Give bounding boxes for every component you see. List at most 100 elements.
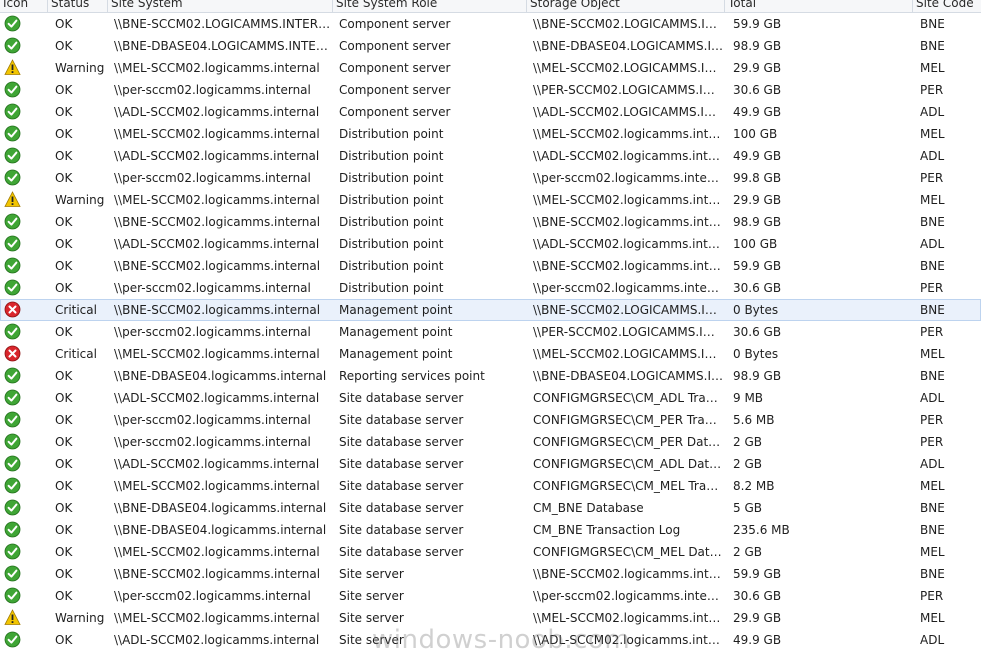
status-icon-cell [0, 431, 46, 453]
table-row[interactable]: OK \\ADL-SCCM02.logicamms.internal Distrib… [0, 233, 981, 255]
status-icon-cell [0, 211, 46, 233]
ok-icon [4, 631, 21, 648]
table-row[interactable]: OK \\BNE-SCCM02.LOGICAMMS.INTERNAL Compone… [0, 13, 981, 35]
table-row[interactable]: OK \\BNE-DBASE04.logicamms.internal Site d… [0, 519, 981, 541]
warning-icon [4, 609, 21, 626]
site-system-role-cell: Distribution point [339, 193, 444, 207]
site-system-cell: \\per-sccm02.logicamms.internal [114, 325, 311, 339]
status-icon-cell [0, 35, 46, 57]
table-row[interactable]: OK \\BNE-SCCM02.logicamms.internal Distrib… [0, 255, 981, 277]
site-system-cell: \\BNE-SCCM02.LOGICAMMS.INTERNAL [114, 17, 332, 31]
column-header-total[interactable]: Total [725, 0, 913, 12]
site-system-cell: \\BNE-DBASE04.logicamms.internal [114, 523, 327, 537]
status-cell: OK [55, 501, 73, 515]
total-cell: 49.9 GB [733, 633, 782, 647]
table-row[interactable]: OK \\BNE-DBASE04.logicamms.internal Report… [0, 365, 981, 387]
site-code-cell: MEL [920, 193, 945, 207]
table-row[interactable]: Warning \\MEL-SCCM02.logicamms.internal Co… [0, 57, 981, 79]
status-cell: OK [55, 83, 73, 97]
site-system-role-cell: Component server [339, 17, 451, 31]
storage-object-cell: \\MEL-SCCM02.logicamms.intern... [533, 127, 723, 141]
table-row[interactable]: OK \\MEL-SCCM02.logicamms.internal Site da… [0, 541, 981, 563]
site-code-cell: BNE [920, 39, 945, 53]
total-cell: 8.2 MB [733, 479, 775, 493]
total-cell: 29.9 GB [733, 611, 782, 625]
site-code-cell: MEL [920, 127, 945, 141]
ok-icon [4, 455, 21, 472]
site-system-role-cell: Management point [339, 325, 453, 339]
table-row[interactable]: OK \\per-sccm02.logicamms.internal Compone… [0, 79, 981, 101]
table-row[interactable]: OK \\per-sccm02.logicamms.internal Distrib… [0, 167, 981, 189]
site-system-cell: \\per-sccm02.logicamms.internal [114, 589, 311, 603]
table-row[interactable]: Critical \\MEL-SCCM02.logicamms.internal M… [0, 343, 981, 365]
table-row[interactable]: OK \\MEL-SCCM02.logicamms.internal Distrib… [0, 123, 981, 145]
ok-icon [4, 543, 21, 560]
site-system-cell: \\MEL-SCCM02.logicamms.internal [114, 545, 320, 559]
column-header-site-system[interactable]: Site System [108, 0, 333, 12]
site-system-role-cell: Site server [339, 589, 404, 603]
storage-object-cell: CONFIGMGRSEC\CM_PER Databa... [533, 435, 723, 449]
column-header-site-system-role[interactable]: Site System Role [333, 0, 527, 12]
total-cell: 30.6 GB [733, 83, 782, 97]
site-code-cell: PER [920, 589, 944, 603]
status-icon-cell [0, 409, 46, 431]
status-icon-cell [0, 541, 46, 563]
site-system-role-cell: Distribution point [339, 237, 444, 251]
storage-object-cell: \\ADL-SCCM02.LOGICAMMS.INT... [533, 105, 723, 119]
table-row[interactable]: OK \\ADL-SCCM02.logicamms.internal Site da… [0, 387, 981, 409]
ok-icon [4, 15, 21, 32]
site-system-cell: \\ADL-SCCM02.logicamms.internal [114, 149, 320, 163]
column-header-status[interactable]: Status [48, 0, 108, 12]
site-system-role-cell: Site database server [339, 545, 464, 559]
site-system-cell: \\BNE-SCCM02.logicamms.internal [114, 303, 321, 317]
status-icon-cell [0, 585, 46, 607]
storage-object-cell: \\MEL-SCCM02.logicamms.intern... [533, 193, 723, 207]
site-code-cell: ADL [920, 149, 945, 163]
column-header-storage-object[interactable]: Storage Object [527, 0, 725, 12]
column-header-site-code[interactable]: Site Code [913, 0, 981, 12]
storage-object-cell: CONFIGMGRSEC\CM_PER Transa... [533, 413, 723, 427]
total-cell: 2 GB [733, 435, 762, 449]
status-icon-cell [0, 277, 46, 299]
table-row[interactable]: OK \\BNE-SCCM02.logicamms.internal Site se… [0, 563, 981, 585]
ok-icon [4, 235, 21, 252]
status-icon-cell [0, 475, 46, 497]
table-row[interactable]: OK \\per-sccm02.logicamms.internal Site da… [0, 409, 981, 431]
site-system-cell: \\ADL-SCCM02.logicamms.internal [114, 237, 320, 251]
ok-icon [4, 213, 21, 230]
site-system-role-cell: Site database server [339, 435, 464, 449]
column-header-icon[interactable]: Icon [0, 0, 48, 12]
table-row[interactable]: OK \\ADL-SCCM02.logicamms.internal Site da… [0, 453, 981, 475]
grid-body: OK \\BNE-SCCM02.LOGICAMMS.INTERNAL Compone… [0, 13, 981, 651]
table-row[interactable]: OK \\ADL-SCCM02.logicamms.internal Compone… [0, 101, 981, 123]
table-row[interactable]: OK \\MEL-SCCM02.logicamms.internal Site da… [0, 475, 981, 497]
table-row[interactable]: OK \\per-sccm02.logicamms.internal Site se… [0, 585, 981, 607]
storage-object-cell: \\BNE-SCCM02.logicamms.intern... [533, 259, 723, 273]
site-code-cell: MEL [920, 61, 945, 75]
total-cell: 29.9 GB [733, 193, 782, 207]
total-cell: 30.6 GB [733, 589, 782, 603]
table-row[interactable]: OK \\per-sccm02.logicamms.internal Site da… [0, 431, 981, 453]
site-code-cell: ADL [920, 633, 945, 647]
site-system-role-cell: Component server [339, 105, 451, 119]
site-system-role-cell: Site database server [339, 523, 464, 537]
storage-object-cell: CONFIGMGRSEC\CM_MEL Datab... [533, 545, 723, 559]
site-system-role-cell: Site database server [339, 457, 464, 471]
site-system-cell: \\ADL-SCCM02.logicamms.internal [114, 105, 320, 119]
site-system-role-cell: Distribution point [339, 149, 444, 163]
table-row[interactable]: OK \\per-sccm02.logicamms.internal Managem… [0, 321, 981, 343]
table-row[interactable]: Warning \\MEL-SCCM02.logicamms.internal Di… [0, 189, 981, 211]
table-row[interactable]: Critical \\BNE-SCCM02.logicamms.internal M… [0, 299, 981, 321]
total-cell: 59.9 GB [733, 17, 782, 31]
table-row[interactable]: OK \\BNE-DBASE04.LOGICAMMS.INTERNAL Compon… [0, 35, 981, 57]
status-icon-cell [0, 365, 46, 387]
table-row[interactable]: OK \\per-sccm02.logicamms.internal Distrib… [0, 277, 981, 299]
ok-icon [4, 499, 21, 516]
site-system-cell: \\per-sccm02.logicamms.internal [114, 171, 311, 185]
table-row[interactable]: OK \\BNE-SCCM02.logicamms.internal Distrib… [0, 211, 981, 233]
table-row[interactable]: OK \\BNE-DBASE04.logicamms.internal Site d… [0, 497, 981, 519]
ok-icon [4, 257, 21, 274]
status-cell: OK [55, 633, 73, 647]
ok-icon [4, 169, 21, 186]
table-row[interactable]: OK \\ADL-SCCM02.logicamms.internal Distrib… [0, 145, 981, 167]
